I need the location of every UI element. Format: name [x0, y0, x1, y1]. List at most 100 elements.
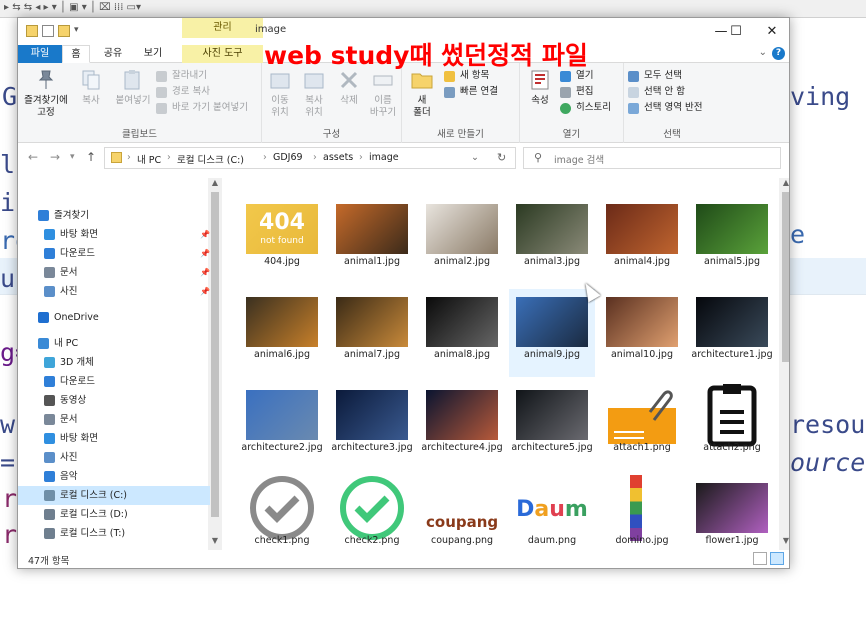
back-arrow-icon[interactable]: ←	[28, 150, 38, 164]
tab-view[interactable]: 보기	[136, 45, 170, 63]
nav-item[interactable]: 내 PC	[18, 334, 210, 353]
nav-item[interactable]: 사진	[18, 448, 210, 467]
address-box[interactable]: › 내 PC › 로컬 디스크 (C:) › GDJ69 › assets › …	[104, 147, 516, 169]
close-button[interactable]: ✕	[749, 18, 795, 45]
nav-item[interactable]: 동영상	[18, 391, 210, 410]
tab-file[interactable]: 파일	[18, 45, 62, 63]
breadcrumb-item[interactable]: GDJ69	[273, 152, 303, 163]
nav-item[interactable]: OneDrive	[18, 308, 210, 327]
nav-scrollbar[interactable]: ▲ ▼	[208, 178, 221, 550]
copy-to-button[interactable]: 복사 위치	[298, 68, 330, 119]
breadcrumb-item[interactable]: image	[369, 152, 399, 163]
tab-home[interactable]: 홈	[62, 45, 90, 63]
nav-item[interactable]: 3D 개체	[18, 353, 210, 372]
file-item[interactable]: architecture2.jpg	[239, 382, 325, 470]
context-tab-manage[interactable]: 관리	[182, 18, 263, 38]
file-item[interactable]: domino.jpg	[599, 475, 685, 550]
breadcrumb-separator-icon[interactable]: ›	[313, 152, 317, 163]
scroll-down-icon[interactable]: ▼	[779, 536, 789, 550]
nav-item[interactable]: 사진 📌	[18, 282, 210, 301]
file-item[interactable]: check1.png	[239, 475, 325, 550]
search-input[interactable]: image 검색	[554, 152, 604, 166]
file-item[interactable]: animal6.jpg	[239, 289, 325, 377]
nav-item[interactable]: 로컬 디스크 (C:)	[18, 486, 210, 505]
nav-scrollbar-thumb[interactable]	[211, 192, 219, 517]
file-item[interactable]: animal9.jpg	[509, 289, 595, 377]
file-item[interactable]: flower1.jpg	[689, 475, 775, 550]
breadcrumb-separator-icon[interactable]: ›	[359, 152, 363, 163]
nav-item[interactable]: 문서	[18, 410, 210, 429]
nav-item[interactable]: 음악	[18, 467, 210, 486]
cut-button[interactable]: 잘라내기	[156, 69, 207, 83]
copy-path-button[interactable]: 경로 복사	[156, 85, 210, 99]
rename-button[interactable]: 이름 바꾸기	[366, 68, 400, 119]
file-item[interactable]: animal1.jpg	[329, 196, 415, 284]
paste-button[interactable]: 붙여넣기	[110, 68, 156, 107]
nav-item[interactable]: 로컬 디스크 (T:)	[18, 524, 210, 543]
file-view-scrollbar-thumb[interactable]	[782, 192, 789, 362]
file-item[interactable]: animal2.jpg	[419, 196, 505, 284]
breadcrumb-item[interactable]: 내 PC	[137, 152, 161, 166]
pin-quick-access-button[interactable]: 즐겨찾기에 고정	[20, 68, 72, 119]
up-arrow-icon[interactable]: ↑	[86, 150, 96, 164]
select-none-button[interactable]: 선택 안 함	[628, 85, 685, 99]
file-item[interactable]: animal4.jpg	[599, 196, 685, 284]
file-item[interactable]: attach2.png	[689, 382, 775, 470]
chevron-down-icon[interactable]: ⌄	[471, 152, 479, 163]
properties-icon[interactable]	[42, 25, 54, 37]
file-item[interactable]: architecture1.jpg	[689, 289, 775, 377]
details-view-button[interactable]	[753, 552, 767, 565]
refresh-icon[interactable]: ↻	[497, 151, 506, 164]
file-item[interactable]: architecture3.jpg	[329, 382, 415, 470]
properties-button[interactable]: 속성	[522, 68, 558, 107]
edit-button[interactable]: 편집	[560, 85, 593, 99]
file-item[interactable]: animal3.jpg	[509, 196, 595, 284]
breadcrumb-separator-icon[interactable]: ›	[167, 152, 171, 163]
nav-item[interactable]: 즐겨찾기	[18, 206, 210, 225]
editor-toolbar-icons[interactable]: ▸ ⇆ ⇆ ◂ ▸ ▾ │ ▣ ▾ │ ⌧ ⁞⁞⁞ ▭▾	[4, 2, 141, 13]
file-item[interactable]: animal10.jpg	[599, 289, 685, 377]
chevron-down-icon[interactable]: ⌄	[759, 47, 767, 58]
file-item[interactable]: 404 not found 404.jpg	[239, 196, 325, 284]
breadcrumb-item[interactable]: assets	[323, 152, 353, 163]
file-item[interactable]: architecture5.jpg	[509, 382, 595, 470]
file-item[interactable]: attach1.png	[599, 382, 685, 470]
breadcrumb-separator-icon[interactable]: ›	[263, 152, 267, 163]
large-icons-view-button[interactable]	[770, 552, 784, 565]
recent-dropdown-icon[interactable]: ▾	[70, 152, 75, 162]
nav-item[interactable]: 바탕 화면 📌	[18, 225, 210, 244]
tab-picture-tools[interactable]: 사진 도구	[182, 45, 263, 63]
tab-share[interactable]: 공유	[96, 45, 130, 63]
scroll-up-icon[interactable]: ▲	[208, 178, 221, 192]
file-item[interactable]: check2.png	[329, 475, 415, 550]
breadcrumb-item[interactable]: 로컬 디스크 (C:)	[177, 152, 244, 166]
scroll-up-icon[interactable]: ▲	[779, 178, 789, 192]
file-item[interactable]: Daum daum.png	[509, 475, 595, 550]
breadcrumb-separator-icon[interactable]: ›	[127, 152, 131, 163]
help-icon[interactable]: ?	[772, 47, 785, 60]
invert-selection-button[interactable]: 선택 영역 반전	[628, 101, 702, 115]
select-all-button[interactable]: 모두 선택	[628, 69, 682, 83]
search-box[interactable]: ⚲ image 검색	[523, 147, 781, 169]
new-folder-icon[interactable]	[58, 25, 70, 37]
scroll-down-icon[interactable]: ▼	[208, 536, 221, 550]
move-to-button[interactable]: 이동 위치	[264, 68, 296, 119]
nav-item[interactable]: 로컬 디스크 (D:)	[18, 505, 210, 524]
delete-button[interactable]: 삭제	[334, 68, 364, 107]
file-item[interactable]: animal7.jpg	[329, 289, 415, 377]
chevron-down-icon[interactable]: ▾	[74, 25, 79, 37]
nav-item[interactable]: 다운로드	[18, 372, 210, 391]
copy-button[interactable]: 복사	[72, 68, 110, 107]
file-item[interactable]: coupang coupang.png	[419, 475, 505, 550]
file-item[interactable]: architecture4.jpg	[419, 382, 505, 470]
nav-item[interactable]: 문서 📌	[18, 263, 210, 282]
nav-item[interactable]: 다운로드 📌	[18, 244, 210, 263]
file-item[interactable]: animal5.jpg	[689, 196, 775, 284]
easy-access-button[interactable]: 빠른 연결	[444, 85, 498, 99]
new-folder-button[interactable]: 새 폴더	[404, 68, 440, 119]
forward-arrow-icon[interactable]: →	[50, 150, 60, 164]
nav-item[interactable]: 바탕 화면	[18, 429, 210, 448]
paste-shortcut-button[interactable]: 바로 가기 붙여넣기	[156, 101, 248, 115]
history-button[interactable]: 히스토리	[560, 101, 611, 115]
file-view-scrollbar[interactable]: ▲ ▼	[779, 178, 789, 550]
